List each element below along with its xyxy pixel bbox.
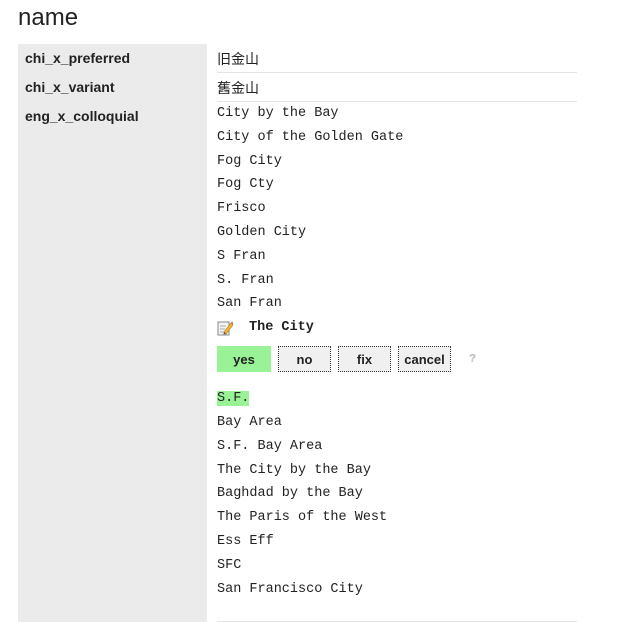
highlighted-value: S.F.	[217, 391, 250, 407]
editing-value: The City	[249, 320, 314, 336]
list-item: City of the Golden Gate	[217, 129, 404, 145]
list-item: City by the Bay	[217, 106, 339, 121]
no-button[interactable]: no	[278, 346, 331, 373]
editing-item: The City	[217, 316, 577, 339]
list-item: Bay Area	[217, 414, 282, 430]
pencil-edit-icon[interactable]	[217, 320, 234, 336]
list-item-highlighted: S.F.	[217, 387, 577, 411]
property-key: eng_x_colloquial	[18, 102, 207, 622]
property-key: chi_x_variant	[18, 73, 207, 102]
yes-button[interactable]: yes	[217, 346, 271, 373]
review-buttons: yes no fix cancel ?	[217, 339, 577, 379]
table-row-chi-x-preferred: chi_x_preferred 旧金山	[18, 44, 578, 73]
list-item: Golden City	[217, 224, 307, 240]
property-values-list: City by the Bay City of the Golden Gate …	[217, 102, 577, 622]
table-row-chi-x-variant: chi_x_variant 舊金山	[18, 73, 578, 102]
list-item: The City by the Bay	[217, 462, 371, 478]
list-item: The Paris of the West	[217, 510, 388, 526]
list-item: Frisco	[217, 201, 266, 217]
list-item: Fog Cty	[217, 177, 274, 193]
list-item: Baghdad by the Bay	[217, 486, 363, 502]
section-title: name	[18, 4, 79, 31]
list-item: SFC	[217, 557, 242, 573]
property-value: 旧金山	[217, 44, 577, 73]
list-item: San Fran	[217, 296, 282, 312]
list-item: Ess Eff	[217, 533, 274, 549]
cancel-button[interactable]: cancel	[398, 346, 451, 373]
list-item: S.F. Bay Area	[217, 438, 323, 454]
help-link[interactable]: ?	[469, 352, 476, 366]
name-properties-table: chi_x_preferred 旧金山 chi_x_variant 舊金山 en…	[18, 44, 578, 622]
table-row-eng-x-colloquial: eng_x_colloquial City by the Bay City of…	[18, 102, 578, 622]
fix-button[interactable]: fix	[338, 346, 391, 373]
list-item: S. Fran	[217, 272, 274, 288]
list-item: Fog City	[217, 153, 282, 169]
list-item: S Fran	[217, 248, 266, 264]
property-value: 舊金山	[217, 73, 577, 102]
list-item: San Francisco City	[217, 581, 363, 597]
property-key: chi_x_preferred	[18, 44, 207, 73]
